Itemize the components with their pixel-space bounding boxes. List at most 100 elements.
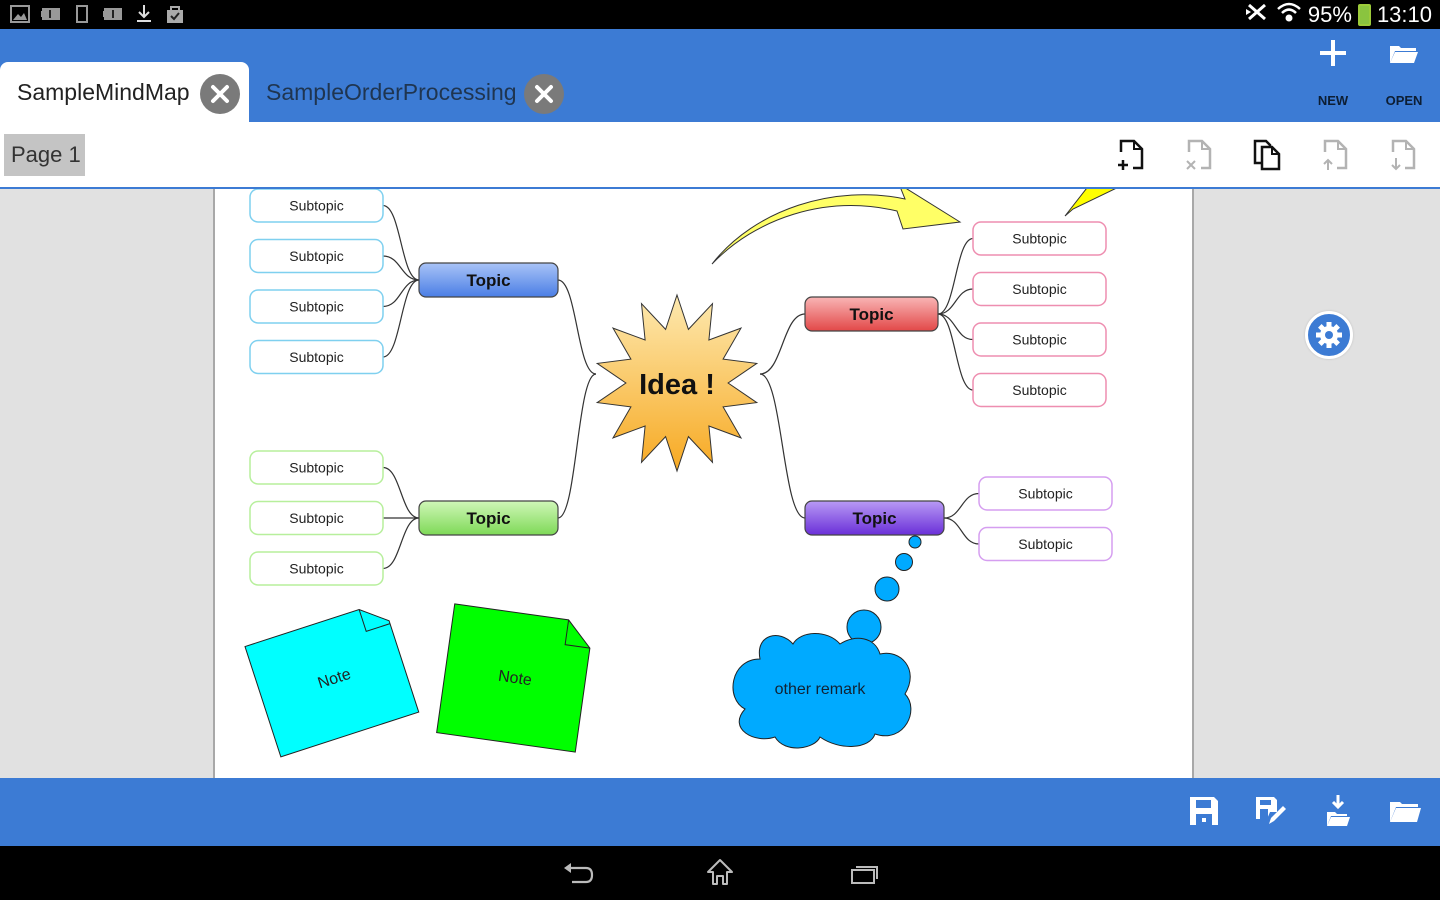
subtopic-node[interactable]: Subtopic	[978, 526, 1113, 562]
settings-button[interactable]	[1305, 311, 1353, 359]
save-button[interactable]	[1187, 794, 1221, 828]
plus-icon	[1320, 40, 1346, 66]
connector-line	[937, 313, 974, 341]
connector-line	[382, 279, 420, 358]
save-as-button[interactable]	[1254, 794, 1288, 828]
open-file-button[interactable]	[1388, 794, 1422, 828]
subtopic-node[interactable]: Subtopic	[249, 189, 384, 223]
connector-line	[943, 492, 980, 519]
callout-label: other remark	[775, 681, 867, 698]
note-cyan[interactable]: Note	[244, 602, 420, 758]
subtopic-label: Subtopic	[289, 561, 343, 577]
subtopic-node[interactable]: Subtopic	[249, 551, 384, 586]
page-bar: Page 1	[0, 122, 1440, 189]
subtopic-label: Subtopic	[1012, 382, 1066, 398]
subtopic-node[interactable]: Subtopic	[972, 322, 1107, 357]
folder-open-icon	[1390, 46, 1418, 63]
add-page-button[interactable]	[1115, 138, 1148, 172]
mindmap-drawing: Idea ! Subtopic Subtopic Subtopic Subtopic T…	[244, 189, 1125, 758]
topic-node-green[interactable]: Topic	[418, 500, 559, 536]
tab-samplemindmap[interactable]: SampleMindMap	[0, 62, 249, 122]
thought-bubble-callout[interactable]: other remark	[732, 535, 922, 749]
home-button[interactable]	[700, 858, 740, 888]
subtopic-label: Subtopic	[1018, 486, 1072, 502]
move-page-up-icon	[1323, 139, 1348, 170]
shop-bag-icon	[165, 4, 185, 24]
connector-line	[943, 517, 980, 545]
delete-page-icon	[1186, 139, 1212, 170]
import-icon	[1327, 795, 1350, 826]
back-icon	[564, 863, 594, 884]
recents-button[interactable]	[845, 858, 885, 888]
topic-node-blue[interactable]: Topic	[418, 262, 559, 298]
subtopic-label: Subtopic	[289, 460, 343, 476]
tab-sampleorderprocessing[interactable]: SampleOrderProcessing	[249, 62, 579, 122]
note-green[interactable]: Note	[436, 603, 594, 753]
move-page-down-icon	[1391, 139, 1416, 171]
open-label: OPEN	[1385, 93, 1423, 108]
import-button[interactable]	[1321, 794, 1355, 828]
move-page-down-button[interactable]	[1387, 138, 1420, 172]
close-icon	[211, 85, 229, 103]
topic-label: Topic	[466, 271, 510, 290]
connector-line	[382, 466, 420, 519]
home-icon	[707, 859, 733, 885]
subtopic-node[interactable]: Subtopic	[249, 289, 384, 324]
move-page-up-button[interactable]	[1319, 138, 1352, 172]
connector-line	[937, 237, 974, 315]
new-button[interactable]: NEW	[1298, 29, 1368, 122]
download-icon	[134, 4, 154, 24]
recents-icon	[851, 866, 878, 884]
subtopic-node[interactable]: Subtopic	[978, 476, 1113, 511]
duplicate-page-button[interactable]	[1251, 138, 1284, 172]
close-tab-button[interactable]	[524, 74, 564, 114]
page-tab-1[interactable]: Page 1	[4, 134, 85, 176]
subtopic-node[interactable]: Subtopic	[972, 271, 1107, 307]
workspace: Idea ! Subtopic Subtopic Subtopic Subtopic T…	[0, 189, 1440, 778]
connector-line	[382, 255, 420, 281]
system-status: 95% 13:10	[1245, 0, 1432, 29]
new-label: NEW	[1317, 93, 1349, 108]
subtopic-label: Subtopic	[1012, 231, 1066, 247]
subtopic-label: Subtopic	[289, 299, 343, 315]
folder-open-icon	[1390, 802, 1421, 822]
curved-arrow-shape[interactable]	[711, 189, 962, 265]
mindmap-canvas[interactable]: Idea ! Subtopic Subtopic Subtopic Subtopic T…	[213, 189, 1194, 778]
connector-line	[759, 373, 806, 519]
connector-line	[382, 279, 420, 308]
subtopic-node[interactable]: Subtopic	[249, 339, 384, 375]
subtopic-node[interactable]: Subtopic	[249, 238, 384, 274]
gallery-icon	[10, 4, 30, 24]
phone-icon	[72, 4, 92, 24]
tab-label: SampleMindMap	[17, 78, 190, 105]
battery-info-icon	[103, 4, 123, 24]
topic-node-red[interactable]: Topic	[804, 296, 939, 332]
subtopic-node[interactable]: Subtopic	[972, 372, 1107, 408]
subtopic-node[interactable]: Subtopic	[972, 221, 1107, 256]
battery-info-icon	[41, 4, 61, 24]
central-idea-label: Idea !	[639, 369, 715, 401]
subtopic-node[interactable]: Subtopic	[249, 450, 384, 485]
topic-label: Topic	[466, 509, 510, 528]
connector-line	[382, 517, 420, 570]
connector-line	[937, 288, 974, 315]
navigation-bar	[0, 846, 1440, 900]
save-as-icon	[1256, 797, 1286, 824]
topic-label: Topic	[852, 509, 896, 528]
connector-line	[557, 373, 597, 519]
topic-label: Topic	[849, 305, 893, 324]
topic-node-purple[interactable]: Topic	[804, 500, 945, 536]
subtopic-label: Subtopic	[289, 248, 343, 264]
delete-page-button[interactable]	[1183, 138, 1216, 172]
back-button[interactable]	[560, 858, 600, 888]
subtopic-node[interactable]: Subtopic	[249, 500, 384, 536]
lightning-arrow-shape[interactable]	[1064, 189, 1125, 217]
subtopic-label: Subtopic	[1012, 332, 1066, 348]
duplicate-page-icon	[1253, 139, 1281, 171]
open-button[interactable]: OPEN	[1369, 29, 1439, 122]
app-bar: SampleMindMap SampleOrderProcessing NEW …	[0, 29, 1440, 122]
add-page-icon	[1118, 139, 1144, 170]
subtopic-label: Subtopic	[1018, 536, 1072, 552]
close-tab-button[interactable]	[200, 74, 240, 114]
battery-icon	[1357, 3, 1371, 26]
